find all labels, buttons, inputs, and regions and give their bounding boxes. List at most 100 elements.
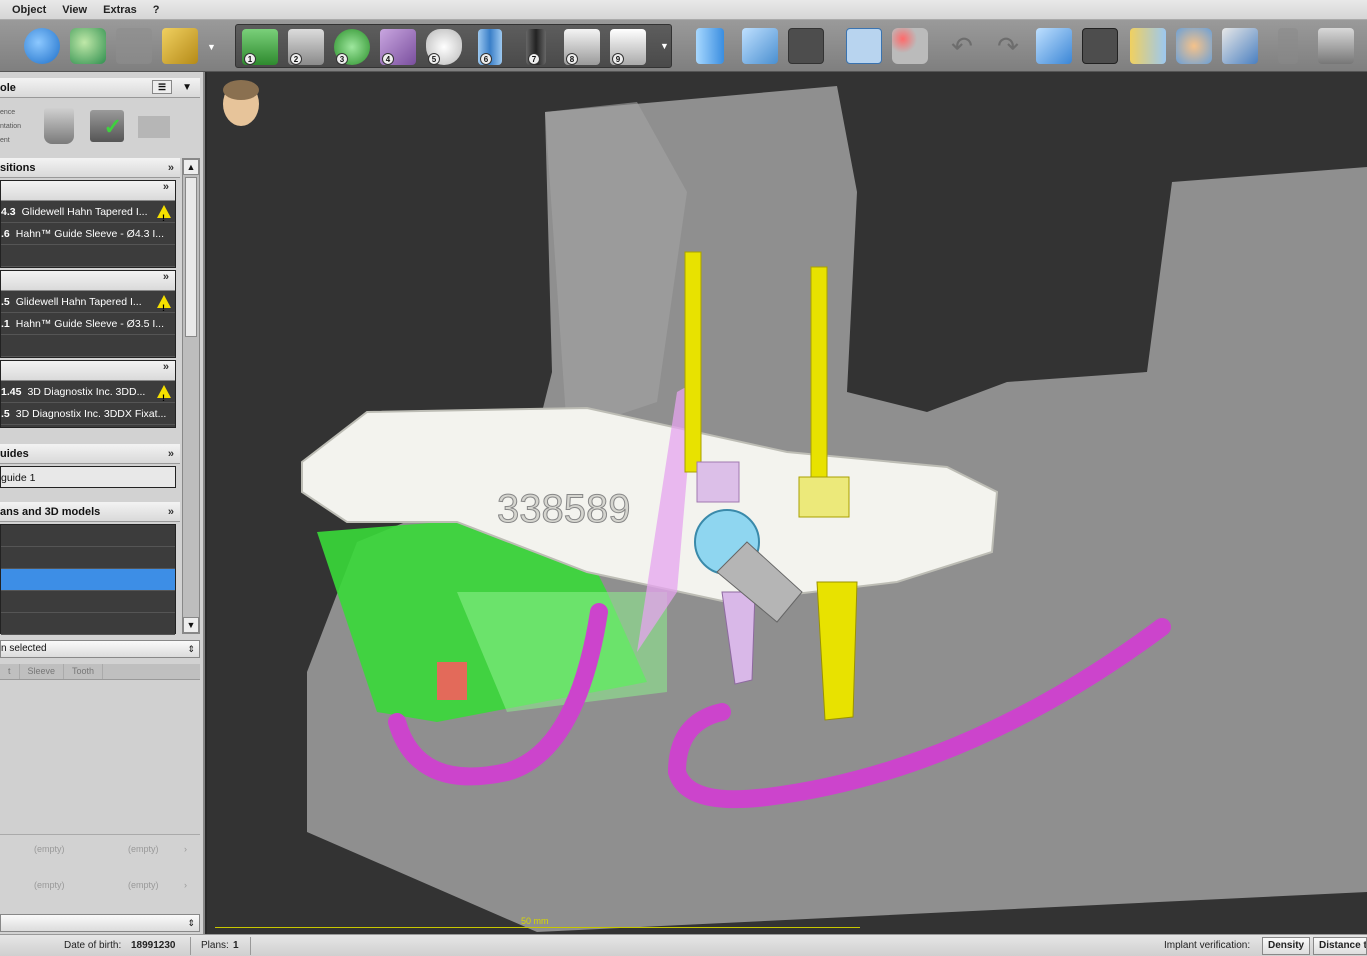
scroll-thumb[interactable] <box>185 177 197 337</box>
chevron-down-icon[interactable]: ▼ <box>182 78 192 98</box>
list-item-selected[interactable] <box>1 569 175 591</box>
implant-tool-icon[interactable] <box>696 28 724 64</box>
list-item[interactable]: guide 1 <box>1 467 175 489</box>
scan-list <box>0 524 176 635</box>
step-3-button[interactable]: 3 <box>334 29 370 65</box>
trash-icon[interactable] <box>44 108 74 144</box>
list-item[interactable] <box>1 245 175 267</box>
menu-help[interactable]: ? <box>153 4 160 16</box>
collapse-icon[interactable]: » <box>163 361 169 373</box>
guide-list: guide 1 <box>0 466 176 488</box>
list-item[interactable]: .1 Hahn™ Guide Sleeve - Ø3.5 I... <box>1 313 175 335</box>
list-item[interactable] <box>1 525 175 547</box>
users-icon[interactable] <box>1176 28 1212 64</box>
chevron-down-icon[interactable]: ▼ <box>207 42 216 52</box>
collapse-icon: » <box>167 506 174 518</box>
selection-dropdown[interactable]: n selected ⇕ <box>0 640 200 658</box>
list-item[interactable]: 4.3 Glidewell Hahn Tapered I... <box>1 201 175 223</box>
spinner-icon: ⇕ <box>187 644 195 654</box>
list-item[interactable] <box>1 547 175 569</box>
chevron-right-icon[interactable]: › <box>184 880 187 890</box>
scroll-down-icon[interactable]: ▼ <box>183 617 199 633</box>
divider <box>0 834 200 835</box>
left-panel: ole ☰ ▼ ence ntation ent ✓ sitions » » 4… <box>0 72 205 934</box>
list-item[interactable]: .5 3D Diagnostix Inc. 3DDX Fixat... <box>1 403 175 425</box>
3d-scene: 338589 <box>223 80 1367 932</box>
cube-select-icon[interactable] <box>742 28 778 64</box>
step-8-button[interactable]: 8 <box>564 29 600 65</box>
list-item[interactable] <box>1 613 175 635</box>
step-2-button[interactable]: 2 <box>288 29 324 65</box>
brush-icon[interactable] <box>162 28 198 64</box>
layers-icon[interactable] <box>1318 28 1354 64</box>
chevron-down-icon[interactable]: ▼ <box>660 41 669 51</box>
step-4-button[interactable]: 4 <box>380 29 416 65</box>
list-item[interactable]: 1.45 3D Diagnostix Inc. 3DD... <box>1 381 175 403</box>
globe-icon[interactable] <box>70 28 106 64</box>
list-item[interactable]: .5 Glidewell Hahn Tapered I... <box>1 291 175 313</box>
3d-viewport[interactable]: 338589 50 mm <box>207 72 1367 934</box>
measure-tool-icon[interactable] <box>846 28 882 64</box>
dob-label: Date of birth: <box>64 940 122 951</box>
section-header-positions[interactable]: sitions » <box>0 158 180 178</box>
plans-label: Plans: <box>201 940 229 951</box>
divider <box>250 937 251 955</box>
collapse-icon[interactable]: » <box>163 271 169 283</box>
density-button[interactable]: Density <box>1262 937 1311 955</box>
verify-check-icon[interactable]: ✓ <box>90 110 124 142</box>
menu-bar: Object View Extras ? <box>0 0 1367 20</box>
section-header-guides[interactable]: uides » <box>0 444 180 464</box>
collapse-icon[interactable]: » <box>163 181 169 193</box>
delete-measure-icon[interactable] <box>892 28 928 64</box>
refresh-icon[interactable] <box>24 28 60 64</box>
lilac-sleeve <box>696 461 740 503</box>
menu-icon[interactable]: ☰ <box>152 80 172 94</box>
menu-object[interactable]: Object <box>12 4 46 16</box>
position-group-1: » 4.3Glidewell Hahn Tapered I... .6Hahn™… <box>0 180 176 268</box>
step-9-button[interactable]: 9 <box>610 29 646 65</box>
menu-view[interactable]: View <box>62 4 87 16</box>
tab-implant[interactable]: t <box>0 664 20 679</box>
step-6-button[interactable]: 6 <box>478 29 502 65</box>
head-orientation-icon[interactable] <box>223 80 259 126</box>
chevron-right-icon[interactable]: › <box>184 844 187 854</box>
yellow-pin-1 <box>684 251 702 473</box>
distance-button[interactable]: Distance t <box>1313 937 1367 955</box>
list-item[interactable]: .6 Hahn™ Guide Sleeve - Ø4.3 I... <box>1 223 175 245</box>
cube-view-icon[interactable] <box>1036 28 1072 64</box>
warning-icon <box>157 385 171 402</box>
tab-tooth[interactable]: Tooth <box>64 664 104 679</box>
step-7-button[interactable]: 7 <box>526 29 546 65</box>
guide-id-label: 338589 <box>497 487 630 531</box>
redo-icon[interactable]: ↷ <box>990 28 1026 64</box>
menu-extras[interactable]: Extras <box>103 4 137 16</box>
bottom-dropdown[interactable]: ⇕ <box>0 914 200 932</box>
empty-slot-row: (empty) (empty) › <box>34 880 187 890</box>
disabled-tool-icon[interactable] <box>116 28 152 64</box>
step-1-button[interactable]: 1 <box>242 29 278 65</box>
scroll-up-icon[interactable]: ▲ <box>183 159 199 175</box>
yellow-pin-2 <box>810 266 828 478</box>
disabled-tool-icon[interactable] <box>1278 28 1298 64</box>
property-tabs: t Sleeve Tooth <box>0 664 200 680</box>
panel-scrollbar[interactable]: ▲ ▼ <box>182 158 200 634</box>
list-item[interactable] <box>1 591 175 613</box>
list-item[interactable] <box>1 335 175 357</box>
panorama-icon[interactable] <box>1082 28 1118 64</box>
sleeve-icon[interactable] <box>1130 28 1166 64</box>
scale-label: 50 mm <box>521 916 549 926</box>
workflow-steps-group: 1 2 3 4 5 6 7 8 9 ▼ <box>235 24 672 68</box>
tab-sleeve[interactable]: Sleeve <box>20 664 65 679</box>
spinner-icon: ⇕ <box>187 918 195 928</box>
undo-icon[interactable]: ↶ <box>944 28 980 64</box>
empty-slot-row: (empty) (empty) › <box>34 844 187 854</box>
export-icon[interactable] <box>1222 28 1258 64</box>
step-5-button[interactable]: 5 <box>426 29 462 65</box>
divider <box>190 937 191 955</box>
section-header-scans[interactable]: ans and 3D models » <box>0 502 180 522</box>
arch-icon[interactable] <box>788 28 824 64</box>
verification-label: Implant verification: <box>1164 940 1251 951</box>
position-group-3: » 1.453D Diagnostix Inc. 3DD... .53D Dia… <box>0 360 176 428</box>
yellow-sleeve <box>798 476 850 518</box>
disabled-tool-icon <box>138 116 170 138</box>
